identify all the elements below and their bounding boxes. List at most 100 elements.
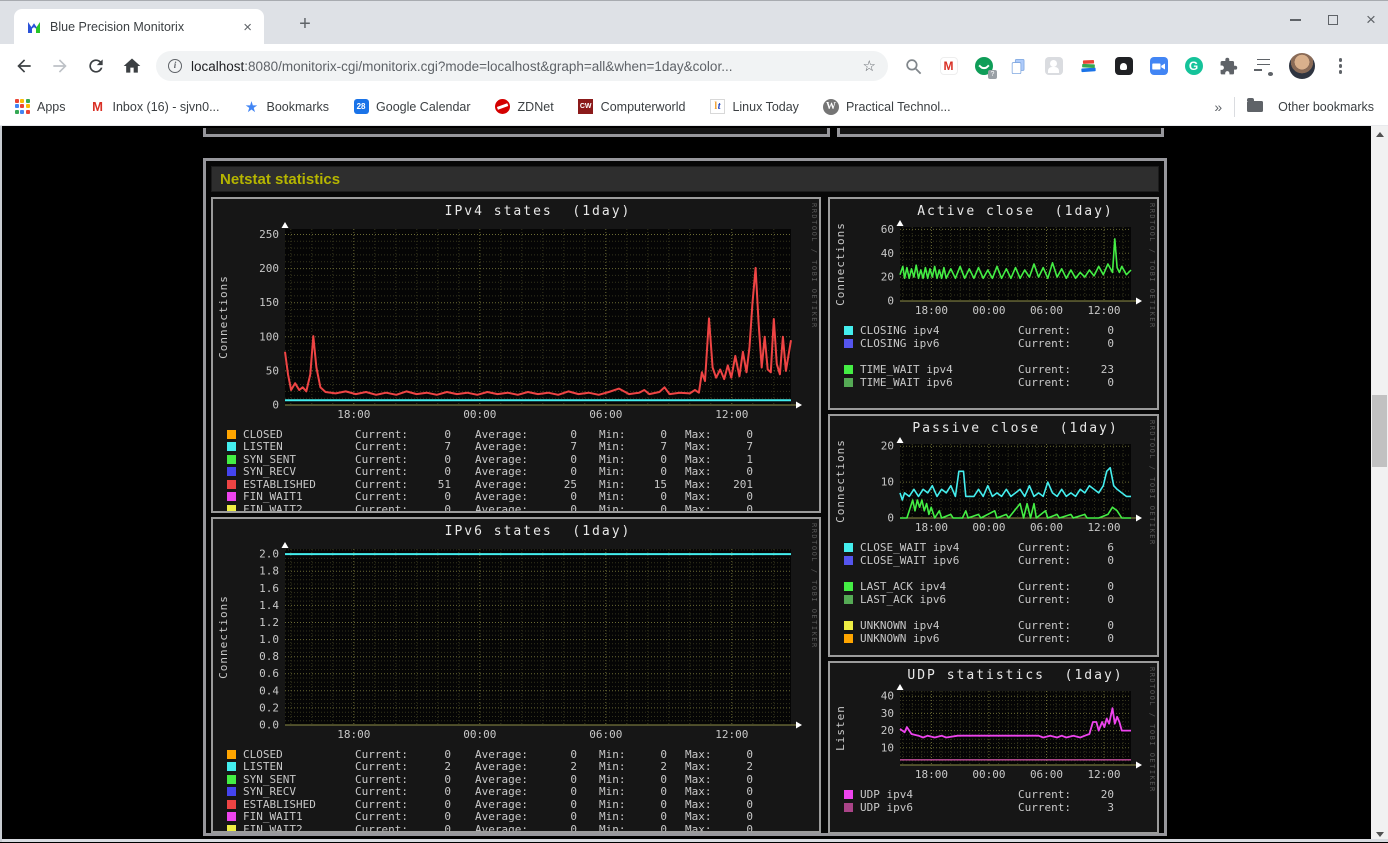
- maximize-button[interactable]: [1326, 13, 1340, 27]
- page-scrollbar[interactable]: [1371, 126, 1388, 842]
- svg-text:Connections: Connections: [834, 222, 847, 306]
- ipv6-states-legend: CLOSED Current: 0 Average: 0 Min: 0 Max: 0 LISTEN…: [213, 743, 819, 831]
- scrollbar-thumb[interactable]: [1372, 395, 1387, 467]
- panel-passive-close[interactable]: 0 10 20 18:00 00:00 06:00 12:00 Passive close (…: [828, 414, 1159, 657]
- legend-row: SYN_SENT Current: 0 Average: 0 Min: 0 Max: 0: [227, 773, 819, 786]
- section-header: Netstat statistics: [211, 166, 1159, 192]
- url-host: localhost: [191, 58, 245, 74]
- books-icon[interactable]: [1079, 57, 1098, 76]
- avatar[interactable]: [1289, 53, 1315, 79]
- window-close-button[interactable]: ×: [1364, 10, 1378, 29]
- bookmark-zdnet[interactable]: ZDNet: [495, 99, 554, 115]
- minimize-button[interactable]: [1288, 13, 1302, 27]
- browser-tab[interactable]: Blue Precision Monitorix ×: [14, 9, 264, 45]
- keep-icon[interactable]: [1114, 57, 1133, 76]
- search-icon[interactable]: [904, 57, 923, 76]
- legend-row: LAST_ACK ipv6 Current: 0: [844, 593, 1157, 606]
- bookmark-star-icon[interactable]: ☆: [863, 57, 876, 75]
- scrollbar-up-arrow[interactable]: [1371, 126, 1388, 142]
- svg-text:30: 30: [881, 707, 894, 720]
- new-tab-button[interactable]: +: [292, 12, 318, 38]
- rrdtool-watermark: RRDTOOL / TOBI OETIKER: [810, 523, 818, 649]
- url-text[interactable]: localhost:8080/monitorix-cgi/monitorix.c…: [191, 59, 855, 74]
- svg-text:150: 150: [259, 296, 279, 309]
- bookmark-bookmarks[interactable]: ★ Bookmarks: [244, 99, 329, 116]
- legend-swatch: [227, 824, 236, 831]
- svg-text:18:00: 18:00: [915, 304, 948, 317]
- legend-row: FIN_WAIT1 Current: 0 Average: 0 Min: 0 Max: 0: [227, 490, 819, 503]
- bookmark-inbox[interactable]: M Inbox (16) - sjvn0...: [90, 99, 219, 115]
- svg-text:40: 40: [881, 247, 894, 260]
- bookmark-google-calendar[interactable]: 28 Google Calendar: [353, 99, 471, 115]
- left-column: 0 50 100 150 200 250 18:00 00:00 06:00 12:00 IPv4 …: [211, 197, 821, 838]
- page-info-icon[interactable]: i: [168, 59, 182, 73]
- legend-row: FIN_WAIT1 Current: 0 Average: 0 Min: 0 Max: 0: [227, 810, 819, 823]
- svg-text:Passive close (1day): Passive close (1day): [912, 421, 1118, 436]
- page-content: Netstat statistics 0 50 100 150 200 250 18:00 0…: [0, 126, 1388, 842]
- legend-row: SYN_SENT Current: 0 Average: 0 Min: 0 Max: 1: [227, 453, 819, 466]
- panel-ipv6-states[interactable]: 0.0 0.2 0.4 0.6 0.8 1.0 1.2 1.4 1.6 1.8 2.0 18:00 00…: [211, 517, 821, 833]
- gmail-icon[interactable]: M: [939, 57, 958, 76]
- extensions-row: M ? G: [904, 53, 1350, 79]
- svg-text:12:00: 12:00: [715, 408, 748, 421]
- bookmarks-overflow-chevron[interactable]: »: [1202, 99, 1234, 115]
- zdnet-icon: [495, 99, 511, 114]
- voice-icon[interactable]: ?: [974, 57, 997, 79]
- legend-row: FIN_WAIT2 Current: 0 Average: 0 Min: 0 Max: 0: [227, 503, 819, 511]
- svg-text:Connections: Connections: [217, 595, 230, 679]
- legend-row: UNKNOWN ipv6 Current: 0: [844, 632, 1157, 645]
- legend-row: TIME_WAIT ipv6 Current: 0: [844, 376, 1157, 389]
- legend-swatch: [227, 492, 236, 502]
- bookmark-computerworld[interactable]: CW Computerworld: [578, 99, 685, 115]
- svg-text:100: 100: [259, 330, 279, 343]
- url-bar[interactable]: i localhost:8080/monitorix-cgi/monitorix…: [156, 51, 888, 81]
- svg-text:UDP statistics (1day): UDP statistics (1day): [907, 668, 1123, 683]
- bookmark-apps[interactable]: Apps: [14, 98, 66, 115]
- svg-text:20: 20: [881, 271, 894, 284]
- svg-text:00:00: 00:00: [972, 521, 1005, 534]
- home-button[interactable]: [116, 50, 148, 82]
- legend-swatch: [227, 787, 236, 797]
- svg-text:18:00: 18:00: [915, 521, 948, 534]
- previous-section-right-panel-edge: [837, 128, 1164, 137]
- extensions-puzzle-icon[interactable]: [1219, 57, 1238, 76]
- svg-text:06:00: 06:00: [1030, 521, 1063, 534]
- legend-swatch: [227, 467, 236, 477]
- legend-row: UDP ipv4 Current: 20: [844, 788, 1157, 801]
- passive-close-legend: CLOSE_WAIT ipv4 Current: 6 CLOSE_WAIT ipv6 C…: [830, 536, 1157, 645]
- legend-swatch: [844, 556, 853, 565]
- other-bookmarks[interactable]: Other bookmarks: [1247, 98, 1374, 114]
- tab-close-icon[interactable]: ×: [239, 19, 256, 36]
- panel-ipv4-states[interactable]: 0 50 100 150 200 250 18:00 00:00 06:00 12:00 IPv4 …: [211, 197, 821, 513]
- panel-active-close[interactable]: 0 20 40 60 18:00 00:00 06:00 12:00 Active close …: [828, 197, 1159, 410]
- legend-row: UNKNOWN ipv4 Current: 0: [844, 619, 1157, 632]
- linuxtoday-icon: lt: [709, 99, 725, 114]
- copy-icon[interactable]: [1009, 57, 1028, 76]
- previous-section-left-panel-edge: [203, 128, 830, 137]
- panel-udp-statistics[interactable]: 10 20 30 40 18:00 00:00 06:00 12:00 UDP statisti…: [828, 661, 1159, 834]
- profile-card-icon[interactable]: [1044, 57, 1063, 76]
- legend-swatch: [227, 442, 236, 452]
- bookmark-practical-technology[interactable]: W Practical Technol...: [822, 98, 951, 115]
- svg-text:0.4: 0.4: [259, 684, 279, 697]
- menu-kebab-icon[interactable]: [1331, 57, 1350, 76]
- udp-statistics-legend: UDP ipv4 Current: 20 UDP ipv6 Current: 3: [830, 783, 1157, 814]
- tab-title: Blue Precision Monitorix: [50, 20, 185, 34]
- legend-swatch: [227, 799, 236, 809]
- svg-text:0.8: 0.8: [259, 650, 279, 663]
- gmail-icon: M: [92, 99, 103, 114]
- udp-statistics-chart: 10 20 30 40 18:00 00:00 06:00 12:00 UDP statisti…: [830, 663, 1157, 783]
- svg-text:12:00: 12:00: [1087, 768, 1120, 781]
- legend-swatch: [227, 454, 236, 464]
- grammarly-icon[interactable]: G: [1184, 57, 1203, 76]
- camera-icon[interactable]: [1149, 57, 1168, 76]
- bookmark-linux-today[interactable]: lt Linux Today: [709, 99, 799, 115]
- legend-row: UDP ipv6 Current: 3: [844, 801, 1157, 814]
- forward-button[interactable]: [44, 50, 76, 82]
- back-button[interactable]: [8, 50, 40, 82]
- legend-swatch: [227, 762, 236, 772]
- svg-text:0: 0: [887, 512, 894, 525]
- legend-swatch: [844, 595, 853, 604]
- media-playlist-icon[interactable]: [1254, 57, 1273, 76]
- reload-button[interactable]: [80, 50, 112, 82]
